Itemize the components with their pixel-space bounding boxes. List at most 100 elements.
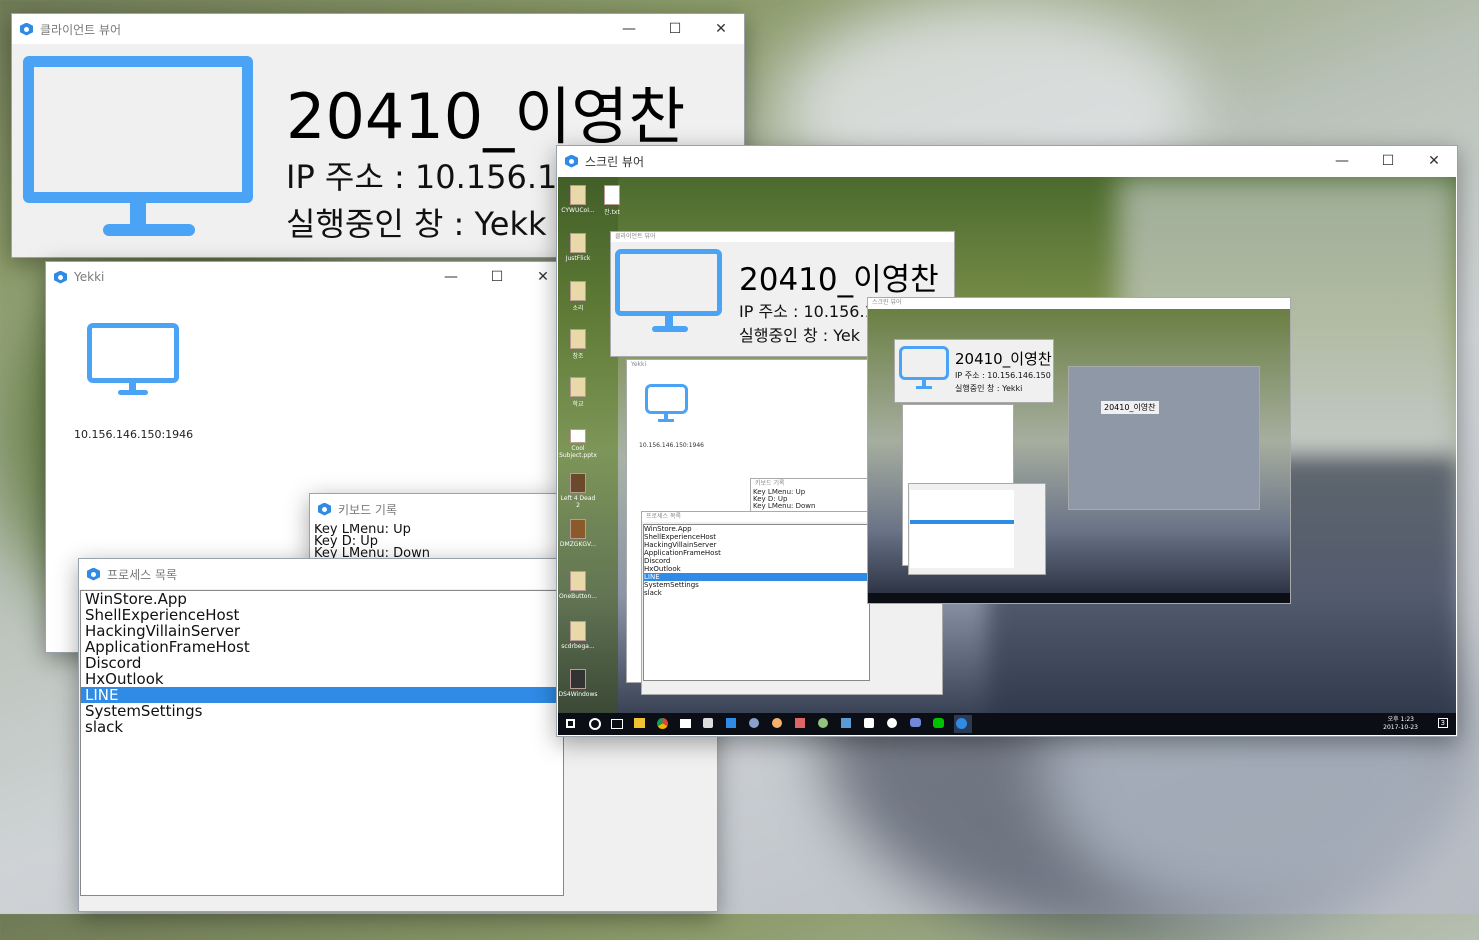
remote-desktop-view[interactable]: CYWUCoI... 잔.txt JustFlick 소리 창조 학교 Cool… <box>558 177 1456 735</box>
keyboard-log-window: 키보드 기록 Key LMenu: Up Key D: Up Key LMenu… <box>309 493 563 563</box>
list-item[interactable]: slack <box>81 719 563 735</box>
list-item-selected: LINE <box>644 573 869 581</box>
line-icon[interactable] <box>933 718 944 728</box>
process-list-title: 프로세스 목록 <box>107 567 178 582</box>
list-item[interactable]: HackingVillainServer <box>81 623 563 639</box>
maximize-icon[interactable]: ☐ <box>652 14 698 44</box>
minimize-icon[interactable]: — <box>428 262 474 292</box>
notification-badge[interactable]: 3 <box>1437 718 1448 728</box>
chrome-icon[interactable] <box>657 718 668 729</box>
vscode-icon[interactable] <box>726 718 736 728</box>
clock-time[interactable]: 오후 1:23 <box>1388 714 1414 723</box>
minimize-icon[interactable]: — <box>1319 146 1365 176</box>
desktop-icon[interactable]: 잔.txt <box>592 185 632 216</box>
list-item: slack <box>644 589 662 597</box>
deeper-student-name: 20410_이영찬 <box>1101 401 1159 414</box>
desktop-icon[interactable]: DMZGKGV... <box>558 519 598 548</box>
ip-address-line: IP 주소 : 10.156.14 <box>286 158 578 196</box>
list-item: WinStore.App <box>644 525 692 533</box>
keyboard-log-text[interactable]: Key LMenu: Up Key D: Up Key LMenu: Down <box>310 523 562 560</box>
list-item[interactable]: HxOutlook <box>81 671 563 687</box>
monitor-icon <box>899 346 954 396</box>
nested-student-name: 20410_이영찬 <box>739 262 939 298</box>
discord-icon[interactable] <box>910 718 921 727</box>
desktop-icon[interactable]: scdrbega... <box>558 621 598 650</box>
list-item-selected[interactable]: LINE <box>81 687 563 703</box>
app-icon[interactable] <box>772 718 782 728</box>
monitor-icon[interactable] <box>87 323 182 403</box>
nested-window-2: 실행중인 창 : Yekki <box>955 384 1023 393</box>
github-icon[interactable] <box>887 718 897 728</box>
client-address[interactable]: 10.156.146.150:1946 <box>74 428 193 441</box>
search-icon[interactable] <box>589 718 601 730</box>
list-item: ApplicationFrameHost <box>644 549 721 557</box>
list-item: HxOutlook <box>644 565 681 573</box>
client-viewer-title: 클라이언트 뷰어 <box>40 22 122 37</box>
list-item[interactable]: WinStore.App <box>81 591 563 607</box>
desktop-icon[interactable]: DS4Windows <box>558 669 598 698</box>
list-item: HackingVillainServer <box>644 541 717 549</box>
desktop-icon[interactable]: OneButton... <box>558 571 598 600</box>
app-icon <box>87 567 100 581</box>
task-view-icon[interactable] <box>611 719 623 729</box>
app-icon <box>20 22 33 36</box>
list-item[interactable]: Discord <box>81 655 563 671</box>
list-item[interactable]: ShellExperienceHost <box>81 607 563 623</box>
client-viewer-titlebar[interactable]: 클라이언트 뷰어 — ☐ ✕ <box>12 14 744 44</box>
list-item[interactable]: ApplicationFrameHost <box>81 639 563 655</box>
close-icon[interactable]: ✕ <box>698 14 744 44</box>
nested-screen-viewer-2: 20410_이영찬 <box>1068 366 1260 510</box>
app-icon[interactable] <box>818 718 828 728</box>
app-icon[interactable] <box>841 718 851 728</box>
yekki-titlebar[interactable]: Yekki — ☐ ✕ <box>46 262 566 292</box>
nested-ip-2: IP 주소 : 10.156.146.150 <box>955 371 1051 380</box>
app-icon[interactable] <box>956 718 967 729</box>
remote-taskbar[interactable]: 오후 1:23 2017-10-23 3 <box>558 713 1456 735</box>
desktop-icon[interactable]: 학교 <box>558 377 598 408</box>
yekki-title: Yekki <box>74 270 105 284</box>
close-icon[interactable]: ✕ <box>1411 146 1457 176</box>
nested-client-viewer-2: 20410_이영찬 IP 주소 : 10.156.146.150 실행중인 창 … <box>894 339 1054 403</box>
nested-screen-viewer: 스크린 뷰어 20410_이영찬 IP 주소 : 10.156.146.150 … <box>867 297 1291 604</box>
nested-window-line: 실행중인 창 : Yek <box>739 326 861 345</box>
nested-student-2: 20410_이영찬 <box>955 350 1052 368</box>
app-icon[interactable] <box>795 718 805 728</box>
windows-start-icon[interactable] <box>566 719 575 728</box>
nested-client-title: 클라이언트 뷰어 <box>611 232 954 242</box>
app-icon[interactable] <box>703 718 713 728</box>
student-name: 20410_이영찬 <box>286 80 686 153</box>
maximize-icon[interactable]: ☐ <box>1365 146 1411 176</box>
process-listbox[interactable]: WinStore.App ShellExperienceHost Hacking… <box>80 590 564 896</box>
mail-icon[interactable] <box>680 719 691 728</box>
nested-screen-title: 스크린 뷰어 <box>868 298 1290 308</box>
monitor-icon <box>615 249 725 349</box>
nested-yekki-title: Yekki <box>627 360 867 370</box>
monitor-icon <box>645 384 695 428</box>
monitor-icon <box>23 56 253 246</box>
app-icon[interactable] <box>864 718 874 728</box>
nested-ip-line: IP 주소 : 10.156.14 <box>739 302 885 321</box>
desktop-icon[interactable]: 소리 <box>558 281 598 312</box>
nested-process-2 <box>908 483 1046 575</box>
minimize-icon[interactable]: — <box>606 14 652 44</box>
list-item: ShellExperienceHost <box>644 533 717 541</box>
app-icon <box>318 502 331 516</box>
running-window-line: 실행중인 창 : Yekk <box>286 205 547 243</box>
screen-viewer-window: 스크린 뷰어 — ☐ ✕ CYWUCoI... 잔.txt JustFlick … <box>556 145 1458 737</box>
list-item[interactable]: SystemSettings <box>81 703 563 719</box>
clock-date[interactable]: 2017-10-23 <box>1383 724 1418 731</box>
app-icon <box>54 270 67 284</box>
file-explorer-icon[interactable] <box>634 718 645 728</box>
list-item: SystemSettings <box>644 581 699 589</box>
keyboard-log-title: 키보드 기록 <box>338 502 398 517</box>
app-icon[interactable] <box>749 718 759 728</box>
desktop-icon[interactable]: 창조 <box>558 329 598 360</box>
screen-viewer-title: 스크린 뷰어 <box>585 154 645 169</box>
screen-viewer-titlebar[interactable]: 스크린 뷰어 — ☐ ✕ <box>557 146 1457 176</box>
desktop-icon[interactable]: JustFlick <box>558 233 598 262</box>
list-item: Discord <box>644 557 671 565</box>
desktop-icon[interactable]: Cool Subject.pptx <box>558 429 598 459</box>
keyboard-log-titlebar[interactable]: 키보드 기록 <box>310 494 562 524</box>
desktop-icon[interactable]: Left 4 Dead 2 <box>558 473 598 509</box>
maximize-icon[interactable]: ☐ <box>474 262 520 292</box>
